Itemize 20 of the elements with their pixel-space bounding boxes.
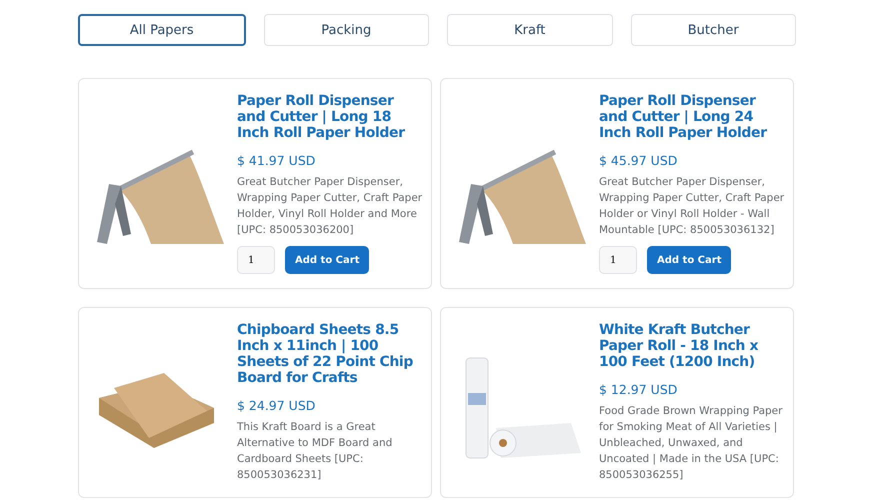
product-description: Food Grade Brown Wrapping Paper for Smoking Meat of All Varieties | Unbleached, Unwaxed, and Uncoated | Made in the USA [UPC: 850053036255]: [599, 404, 784, 483]
category-tab[interactable]: All Papers: [78, 14, 246, 46]
category-tab[interactable]: Kraft: [447, 14, 612, 46]
product-price: $ 24.97 USD: [237, 398, 316, 413]
product-description: Great Butcher Paper Dispenser, Wrapping Paper Cutter, Craft Paper Holder or Vinyl Roll Holder - Wall Mountable [UPC: 850053036132]: [599, 175, 785, 238]
quantity-field[interactable]: 1: [599, 246, 637, 274]
add-to-cart-button[interactable]: Add to Cart: [285, 246, 370, 274]
product-price: $ 12.97 USD: [599, 382, 678, 397]
product-description: This Kraft Board is a Great Alternative to MDF Board and Cardboard Sheets [UPC: 850053036231]: [237, 420, 394, 483]
product-title[interactable]: Paper Roll Dispenser and Cutter | Long 24 Inch Roll Paper Holder: [599, 93, 785, 141]
product-title[interactable]: White Kraft Butcher Paper Roll - 18 Inch x 100 Feet (1200 Inch): [599, 322, 785, 370]
category-tab[interactable]: Packing: [264, 14, 429, 46]
product-description: Great Butcher Paper Dispenser, Wrapping Paper Cutter, Craft Paper Holder, Vinyl Roll Holder and More [UPC: 850053036200]: [237, 175, 423, 238]
category-tab[interactable]: Butcher: [630, 14, 796, 46]
product-price: $ 41.97 USD: [237, 153, 316, 168]
product-title[interactable]: Paper Roll Dispenser and Cutter | Long 18 Inch Roll Paper Holder: [237, 93, 423, 141]
product-price: $ 45.97 USD: [599, 153, 678, 168]
product-title[interactable]: Chipboard Sheets 8.5 Inch x 11inch | 100 Sheets of 22 Point Chip Board for Crafts: [237, 322, 423, 386]
quantity-field[interactable]: 1: [237, 246, 275, 274]
add-to-cart-button[interactable]: Add to Cart: [647, 246, 732, 274]
